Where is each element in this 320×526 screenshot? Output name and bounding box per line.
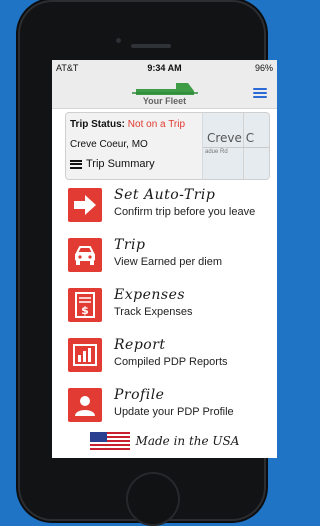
menu-item-title: Set Auto-Trip	[114, 187, 216, 203]
person-icon	[68, 388, 102, 422]
menu-item-trip[interactable]: Trip View Earned per diem	[68, 234, 273, 278]
map-street-label: adue Rd	[205, 149, 228, 155]
menu-item-title: Trip	[114, 237, 146, 253]
menu-item-subtitle: View Earned per diem	[114, 256, 223, 268]
menu-item-expenses[interactable]: $ Expenses Track Expenses	[68, 284, 273, 328]
list-icon	[70, 159, 82, 169]
speaker-grille	[131, 44, 171, 48]
map-road	[203, 147, 269, 148]
menu-item-subtitle: Compiled PDP Reports	[114, 356, 228, 368]
menu-item-subtitle: Update your PDP Profile	[114, 406, 234, 418]
chart-icon	[68, 338, 102, 372]
trip-status-value: Not on a Trip	[127, 119, 186, 130]
hamburger-menu-icon[interactable]	[253, 88, 267, 98]
car-icon	[68, 238, 102, 272]
menu-item-report[interactable]: Report Compiled PDP Reports	[68, 334, 273, 378]
menu-item-subtitle: Track Expenses	[114, 306, 193, 318]
map-city-label: Creve C	[207, 131, 255, 145]
map-road	[243, 113, 244, 179]
map-preview[interactable]: Creve C adue Rd	[202, 113, 269, 179]
menu-item-title: Expenses	[114, 287, 186, 303]
trip-summary-button[interactable]: Trip Summary	[70, 158, 155, 170]
phone-frame: AT&T 9:34 AM 96% Your Fleet Trip Status:…	[18, 0, 277, 526]
trip-summary-label: Trip Summary	[86, 158, 155, 170]
trip-status: Trip Status: Not on a Trip	[70, 119, 185, 130]
menu-item-profile[interactable]: Profile Update your PDP Profile	[68, 384, 273, 428]
trip-status-card: Trip Status: Not on a Trip Creve Coeur, …	[65, 112, 270, 180]
arrow-right-icon	[68, 188, 102, 222]
menu-item-title: Profile	[114, 387, 165, 403]
menu-item-set-auto-trip[interactable]: Set Auto-Trip Confirm trip before you le…	[68, 184, 273, 228]
brand-name: Your Fleet	[142, 96, 187, 106]
clock: 9:34 AM	[147, 63, 182, 73]
svg-text:$: $	[81, 304, 89, 317]
status-bar: AT&T 9:34 AM 96%	[52, 60, 277, 76]
trip-status-label: Trip Status:	[70, 119, 126, 130]
us-flag-icon	[89, 432, 130, 450]
current-location: Creve Coeur, MO	[70, 139, 148, 150]
battery-level: 96%	[254, 63, 273, 73]
receipt-icon: $	[68, 288, 102, 322]
camera-icon	[116, 38, 121, 43]
menu-item-title: Report	[114, 337, 166, 353]
app-header: Your Fleet	[52, 76, 277, 109]
made-in-usa-banner: Made in the USA	[52, 432, 277, 450]
menu-item-subtitle: Confirm trip before you leave	[114, 206, 256, 218]
made-in-usa-text: Made in the USA	[135, 434, 240, 448]
home-button[interactable]	[126, 472, 180, 526]
app-screen: AT&T 9:34 AM 96% Your Fleet Trip Status:…	[52, 60, 277, 458]
